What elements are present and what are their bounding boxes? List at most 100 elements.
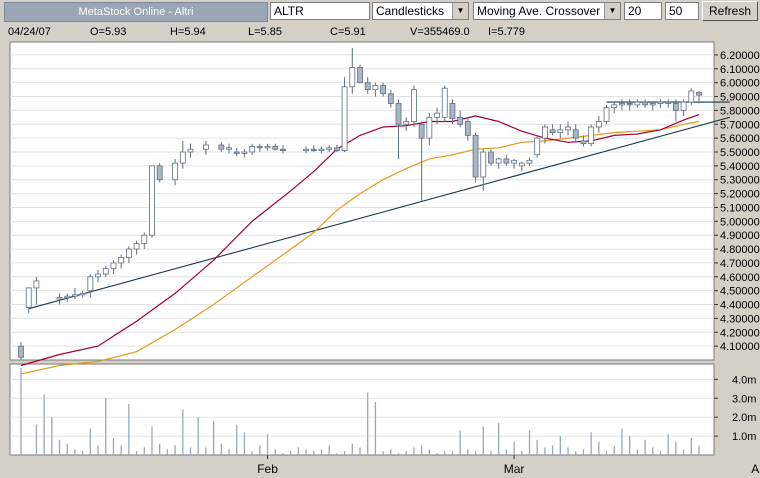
candle-body xyxy=(534,137,541,156)
volume-tick-label: 4.0m xyxy=(732,374,756,386)
y-tick-label: 5.10000 xyxy=(720,202,760,214)
candle-body xyxy=(503,158,510,164)
candle-body xyxy=(25,287,32,308)
candle-body xyxy=(688,90,695,103)
candle-body xyxy=(333,147,340,152)
candle-body xyxy=(626,103,633,106)
x-tick-label: Apr xyxy=(751,462,760,476)
candle-body xyxy=(187,148,194,153)
y-tick-label: 6.00000 xyxy=(720,78,760,90)
candle-body xyxy=(310,148,317,152)
x-tick-label: Feb xyxy=(257,462,278,476)
candle-body xyxy=(649,103,656,106)
volume-tick-label: 3.0m xyxy=(732,393,756,405)
candle-body xyxy=(472,134,479,178)
candle-body xyxy=(218,144,225,150)
candle-body xyxy=(426,116,433,139)
candle-body xyxy=(434,112,440,118)
candle-body xyxy=(380,85,387,95)
candle-body xyxy=(611,104,618,109)
y-tick-label: 4.80000 xyxy=(720,244,760,256)
candle-body xyxy=(95,273,101,278)
y-tick-label: 4.20000 xyxy=(720,327,760,339)
candle-body xyxy=(595,121,602,128)
candle-body xyxy=(603,107,610,122)
y-tick-label: 5.50000 xyxy=(720,147,760,159)
candle-body xyxy=(672,103,679,111)
candle-body xyxy=(118,256,125,264)
candle-body xyxy=(133,243,140,250)
candle-body xyxy=(256,146,263,149)
candle-body xyxy=(457,116,464,125)
candle-body xyxy=(395,103,402,125)
candle-body xyxy=(418,123,425,139)
candle-body xyxy=(226,147,232,150)
candle-body xyxy=(87,276,94,292)
candle-body xyxy=(18,345,24,358)
candle-body xyxy=(102,268,109,275)
candle-body xyxy=(318,148,325,152)
candle-body xyxy=(657,101,664,104)
candle-body xyxy=(542,126,548,139)
y-tick-label: 5.20000 xyxy=(720,189,760,201)
candle-body xyxy=(449,103,456,120)
candle-body xyxy=(241,151,248,154)
candle-body xyxy=(565,126,571,131)
price-chart[interactable]: 4.10000 4.20000 4.300004.40000 4.50000 4.600… xyxy=(0,0,760,478)
candle-body xyxy=(56,297,63,300)
candle-body xyxy=(156,165,163,181)
y-tick-label: 5.80000 xyxy=(720,105,760,117)
y-tick-label: 5.60000 xyxy=(720,133,760,145)
candle-body xyxy=(364,82,371,90)
y-tick-label: 4.70000 xyxy=(720,258,760,270)
candle-body xyxy=(149,165,155,236)
candle-body xyxy=(696,91,702,96)
candle-body xyxy=(680,101,687,111)
candle-body xyxy=(326,147,333,150)
candle-body xyxy=(518,162,525,167)
candle-body xyxy=(511,159,517,164)
volume-panel xyxy=(9,363,715,456)
candle-body xyxy=(372,85,379,91)
y-tick-label: 5.30000 xyxy=(720,175,760,187)
candle-body xyxy=(572,129,579,139)
y-tick-label: 6.20000 xyxy=(720,50,760,62)
candle-body xyxy=(619,103,625,106)
candle-body xyxy=(341,86,348,152)
candle-body xyxy=(580,140,587,145)
candle-body xyxy=(249,146,256,153)
candle-body xyxy=(303,148,309,152)
candle-body xyxy=(634,101,641,106)
candle-body xyxy=(141,234,148,244)
candle-body xyxy=(642,101,648,106)
y-tick-label: 5.40000 xyxy=(720,161,760,173)
y-tick-label: 4.10000 xyxy=(720,341,760,353)
y-tick-label: 4.90000 xyxy=(720,230,760,242)
candle-body xyxy=(280,148,286,152)
candle-body xyxy=(441,87,448,118)
candle-body xyxy=(464,121,471,136)
candle-body xyxy=(264,146,271,149)
y-tick-label: 6.10000 xyxy=(720,64,760,76)
candle-body xyxy=(665,101,672,104)
candle-body xyxy=(203,144,209,150)
candle-body xyxy=(125,248,132,258)
y-tick-label: 4.50000 xyxy=(720,286,760,298)
candle-body xyxy=(526,159,533,164)
volume-tick-label: 1.0m xyxy=(732,431,756,443)
candle-body xyxy=(172,162,178,181)
candle-body xyxy=(495,158,502,164)
candle-body xyxy=(357,67,363,84)
candle-body xyxy=(233,151,240,154)
candle-body xyxy=(79,293,86,296)
y-tick-label: 5.70000 xyxy=(720,119,760,131)
candle-body xyxy=(557,129,564,133)
candle-body xyxy=(488,151,494,164)
price-panel xyxy=(9,41,715,361)
volume-tick-label: 2.0m xyxy=(732,412,756,424)
x-tick-label: Mar xyxy=(504,462,525,476)
candle-body xyxy=(411,89,417,122)
y-tick-label: 4.30000 xyxy=(720,313,760,325)
candle-body xyxy=(549,129,556,133)
candle-body xyxy=(110,262,117,269)
